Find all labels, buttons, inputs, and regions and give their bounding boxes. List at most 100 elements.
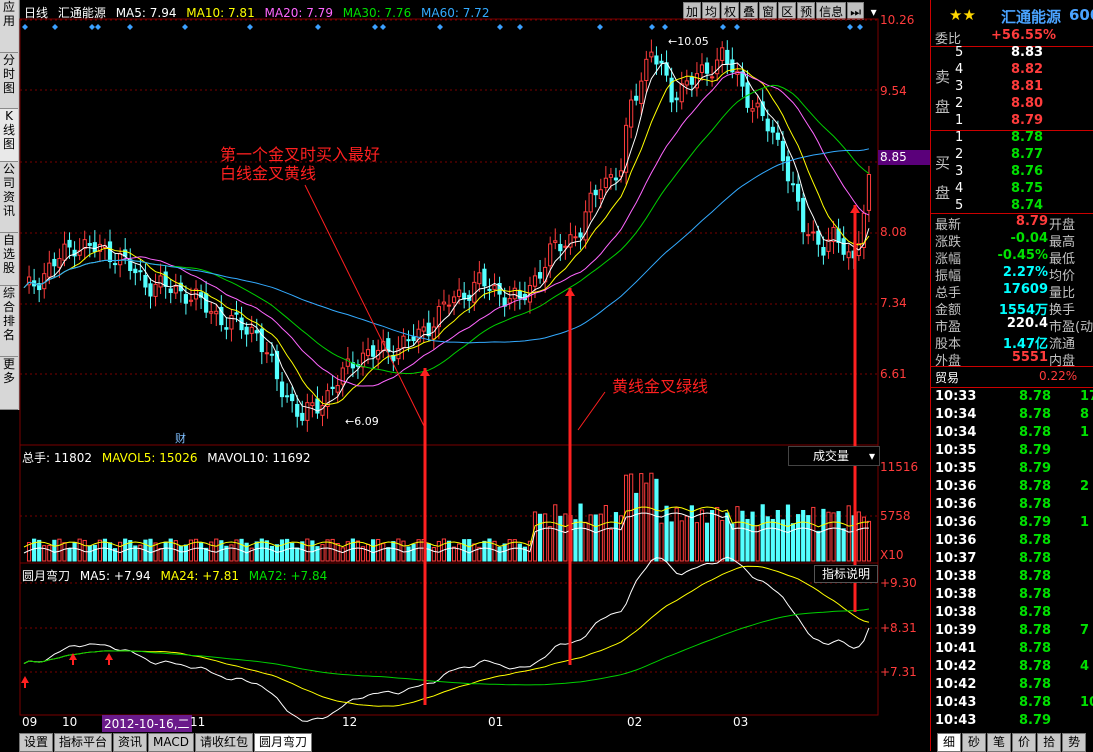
- volume-bar: [553, 504, 558, 562]
- volume-bar: [760, 504, 765, 562]
- event-diamond: [182, 24, 188, 30]
- sell-level[interactable]: 5 8.83: [931, 45, 1093, 62]
- tab-news[interactable]: 资讯: [113, 733, 148, 752]
- candle-body: [87, 243, 92, 246]
- stat-value: 5551: [1011, 350, 1048, 365]
- list-item: 10:43 8.79: [931, 713, 1093, 731]
- list-item: 10:35 8.79: [931, 461, 1093, 479]
- star-icon[interactable]: ★★: [949, 6, 976, 24]
- list-item: 10:35 8.79: [931, 443, 1093, 461]
- candle-body: [254, 330, 259, 334]
- volume-bar: [315, 546, 320, 562]
- candle-body: [406, 339, 411, 342]
- candle-body: [699, 64, 705, 73]
- candle-body: [740, 71, 745, 87]
- tick-time: 10:38: [935, 569, 977, 584]
- tab-price[interactable]: 价: [1012, 733, 1037, 752]
- candle-body: [715, 59, 720, 75]
- level-price: 8.80: [1011, 96, 1044, 111]
- volume-bar: [320, 544, 325, 562]
- volume-bar: [866, 520, 872, 562]
- trade-value: 0.22%: [1039, 369, 1078, 383]
- tab-settings[interactable]: 设置: [19, 733, 54, 752]
- candle-body: [553, 240, 558, 243]
- date-tick: 03: [733, 715, 749, 729]
- event-diamond: [380, 24, 386, 30]
- volume-bar: [300, 541, 305, 562]
- volume-bar: [502, 543, 507, 562]
- sell-level[interactable]: 4 8.82: [931, 62, 1093, 79]
- tab-pick[interactable]: 拾: [1037, 733, 1062, 752]
- date-tick: 02: [627, 715, 643, 729]
- sell-level[interactable]: 1 8.79: [931, 113, 1093, 130]
- volume-bar: [355, 540, 361, 562]
- volume-tick: 11516: [880, 460, 919, 474]
- list-item: 10:42 8.78 4: [931, 659, 1093, 677]
- buy-level[interactable]: 3 8.76: [931, 164, 1093, 181]
- low-price-value: 6.09: [354, 415, 379, 428]
- candle-body: [750, 108, 755, 112]
- indicator-ma24-line: [23, 565, 870, 707]
- tick-time: 10:36: [935, 533, 977, 548]
- tab-detail[interactable]: 细: [937, 733, 962, 752]
- candle-body: [264, 352, 269, 355]
- list-item: 10:38 8.78: [931, 569, 1093, 587]
- tick-time: 10:36: [935, 497, 977, 512]
- ma-line: [23, 84, 870, 375]
- sell-level[interactable]: 2 8.80: [931, 96, 1093, 113]
- candle-body: [684, 80, 689, 86]
- volume-dropdown[interactable]: 成交量 ▾: [788, 446, 880, 466]
- price-tick: 9.54: [880, 84, 907, 98]
- volume-bar: [694, 522, 700, 562]
- candle-body: [654, 55, 659, 65]
- stat-value: 8.79: [1015, 214, 1048, 229]
- tab-crescent-blade[interactable]: 圆月弯刀: [254, 733, 313, 752]
- indicator-help-button[interactable]: 指标说明: [814, 565, 878, 583]
- ind-ma24-legend: MA24: +7.81: [160, 569, 239, 583]
- volume-bar: [269, 545, 275, 562]
- volume-bar: [138, 544, 143, 562]
- volume-bar: [229, 544, 234, 562]
- tick-price: 8.78: [1019, 677, 1052, 692]
- candle-body: [92, 242, 97, 253]
- stat-row: 最新 8.79 开盘: [931, 214, 1093, 233]
- volume-bar: [67, 548, 72, 562]
- sell-level[interactable]: 3 8.81: [931, 79, 1093, 96]
- tick-time: 10:43: [935, 713, 977, 728]
- chart-canvas: [19, 18, 879, 722]
- ma-line: [23, 71, 870, 387]
- financial-report-marker[interactable]: 财: [175, 430, 186, 446]
- candle-body: [224, 327, 229, 330]
- volume-bar: [325, 539, 330, 562]
- tick-volume: 1: [1080, 425, 1090, 440]
- volume-bar: [517, 543, 522, 562]
- level-price: 8.76: [1011, 164, 1044, 179]
- tab-trades[interactable]: 笔: [987, 733, 1012, 752]
- buy-level[interactable]: 2 8.77: [931, 147, 1093, 164]
- candle-body: [563, 245, 568, 248]
- buy-level[interactable]: 1 8.78: [931, 130, 1093, 147]
- buy-level[interactable]: 4 8.75: [931, 181, 1093, 198]
- volume-bars: [23, 472, 872, 562]
- candle-body: [158, 275, 163, 288]
- volume-bar: [431, 546, 436, 562]
- list-item: 10:36 8.78 2: [931, 479, 1093, 497]
- volume-dropdown-label: 成交量: [813, 449, 850, 463]
- annotation-golden-cross: 黄线金叉绿线: [612, 377, 709, 396]
- price-tick: 6.61: [880, 367, 907, 381]
- volume-bar: [163, 541, 168, 562]
- candle-body: [62, 243, 67, 261]
- candle-body: [796, 183, 801, 202]
- tab-indicator-platform[interactable]: 指标平台: [54, 733, 113, 752]
- tab-minute[interactable]: 砂: [962, 733, 987, 752]
- tab-macd[interactable]: MACD: [148, 733, 195, 752]
- candle-body: [173, 285, 178, 294]
- candle-body: [689, 76, 694, 85]
- tab-red-envelope[interactable]: 请收红包: [195, 733, 254, 752]
- tab-trend[interactable]: 势: [1062, 733, 1087, 752]
- stat-row: 振幅 2.27% 均价: [931, 265, 1093, 284]
- event-diamond: [847, 24, 853, 30]
- candle-body: [441, 301, 447, 305]
- event-diamond: [517, 24, 523, 30]
- volume-bar: [295, 547, 300, 562]
